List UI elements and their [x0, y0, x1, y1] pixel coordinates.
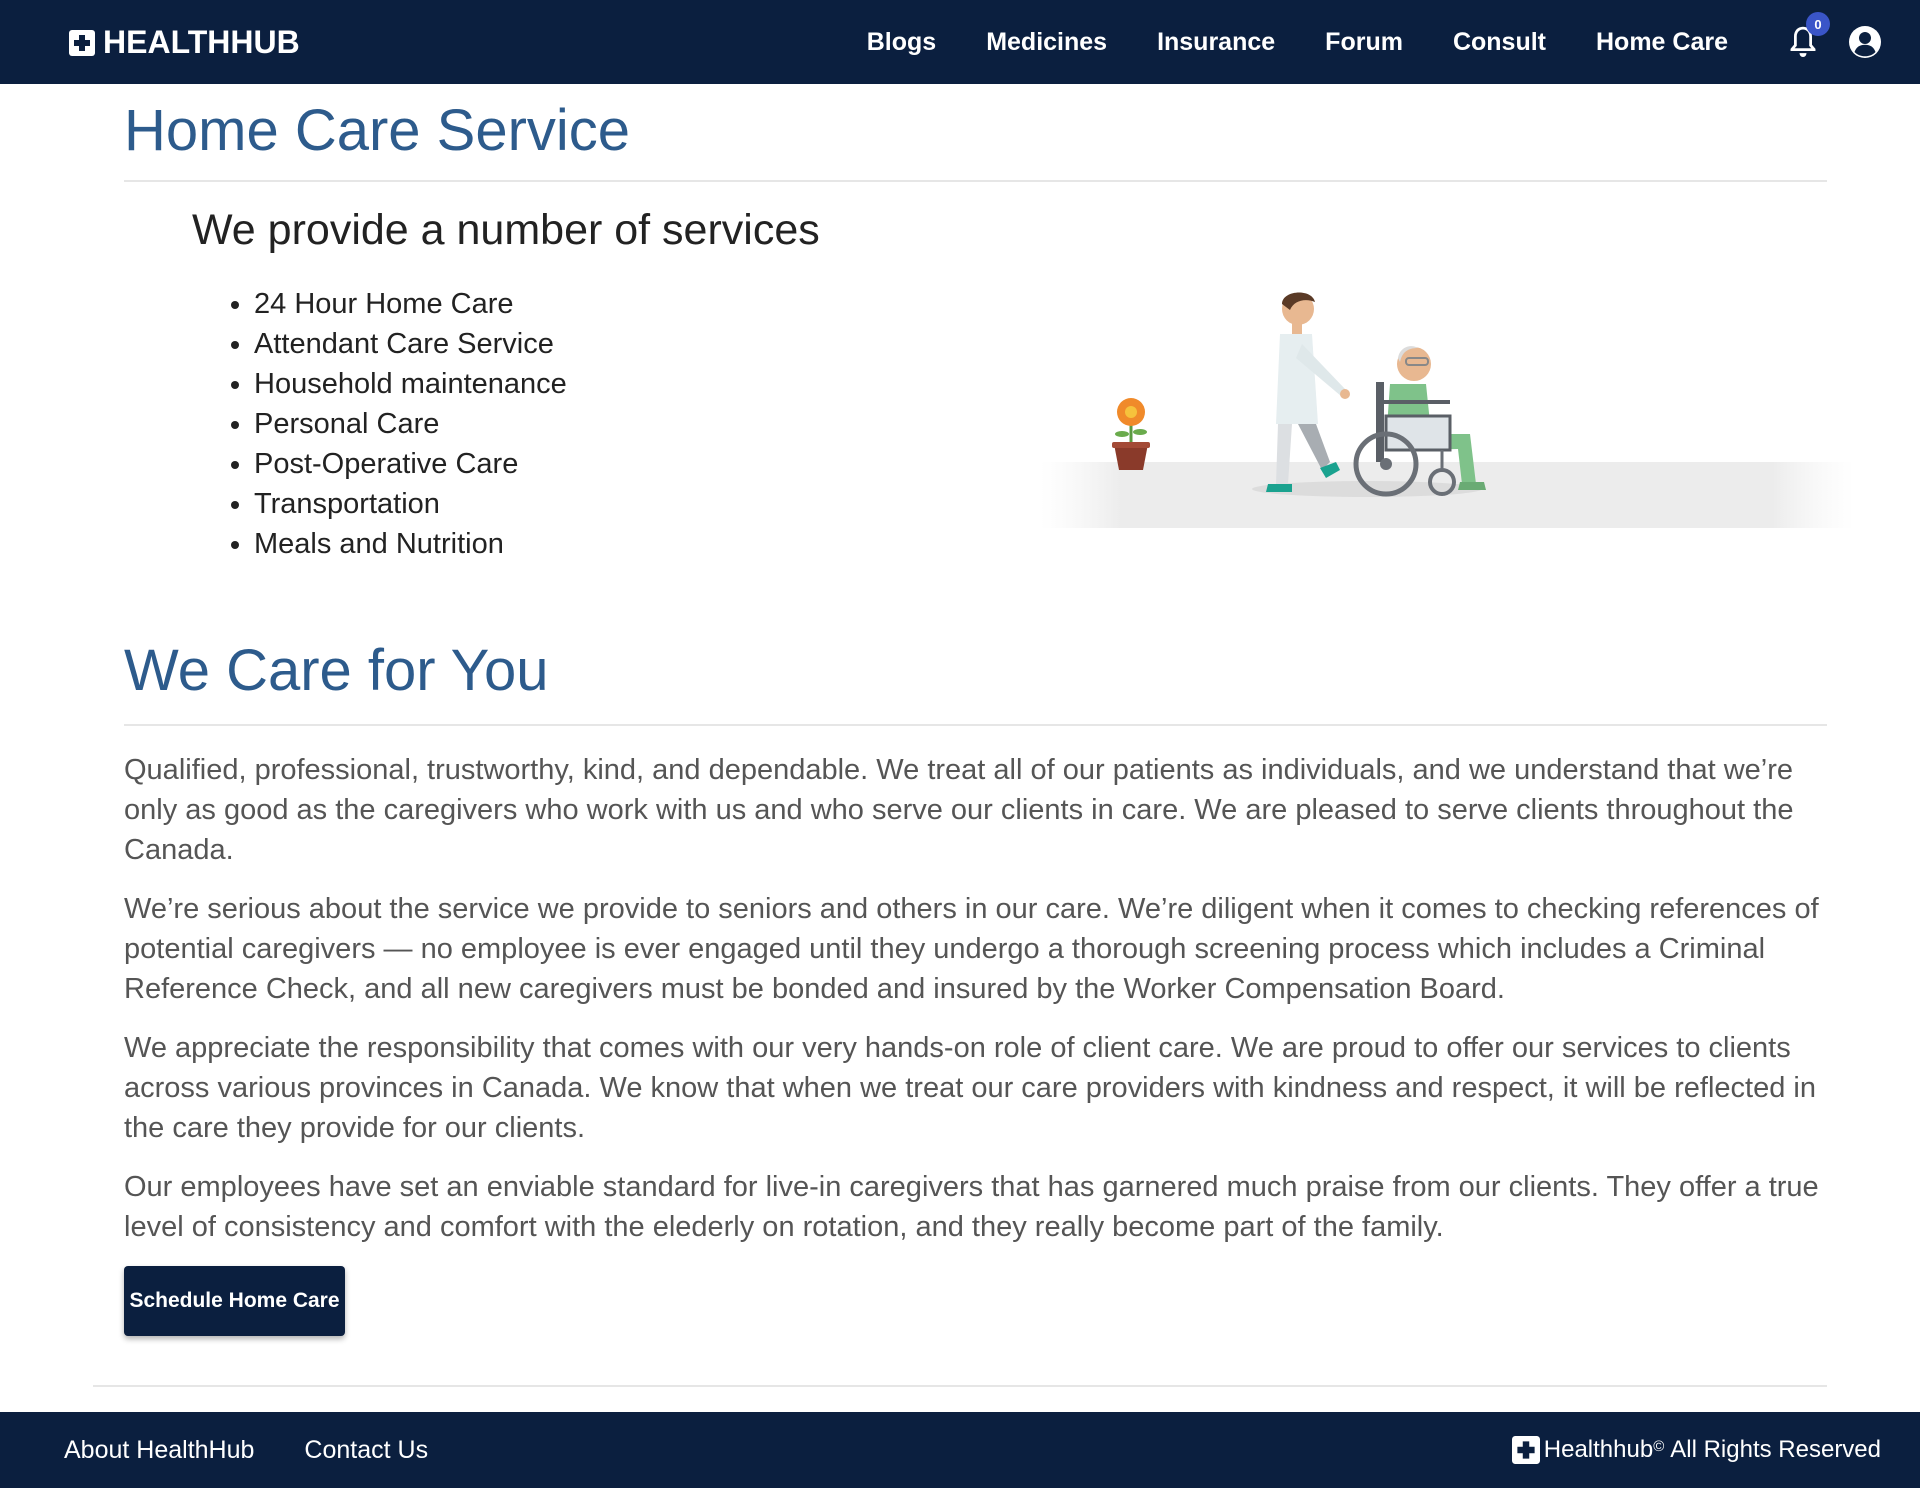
nav-forum[interactable]: Forum: [1325, 28, 1403, 57]
page-title: Home Care Service: [124, 98, 631, 163]
care-paragraph: We’re serious about the service we provi…: [124, 893, 1819, 1005]
caregiver-wheelchair-illustration: [1040, 292, 1854, 528]
main-nav: Blogs Medicines Insurance Forum Consult …: [817, 0, 1728, 84]
care-paragraph: Qualified, professional, trustworthy, ki…: [124, 754, 1794, 866]
copyright-mark: ©: [1653, 1437, 1665, 1455]
nav-blogs[interactable]: Blogs: [867, 28, 936, 57]
nav-home-care[interactable]: Home Care: [1596, 28, 1728, 57]
medical-cross-icon: [1511, 1436, 1540, 1464]
top-navbar: HEALTHHUB Blogs Medicines Insurance Foru…: [0, 0, 1920, 84]
care-section-title: We Care for You: [124, 638, 549, 703]
nav-medicines[interactable]: Medicines: [986, 28, 1107, 57]
footer-links: About HealthHub Contact Us: [64, 1412, 478, 1488]
services-heading: We provide a number of services: [192, 206, 820, 254]
care-paragraph: Our employees have set an enviable stand…: [124, 1171, 1819, 1243]
nav-insurance[interactable]: Insurance: [1157, 28, 1275, 57]
service-item: Meals and Nutrition: [254, 524, 567, 564]
flower-pot-icon: [1112, 398, 1150, 470]
brand-logo[interactable]: HEALTHHUB: [69, 24, 300, 61]
nav-icons: 0: [1786, 12, 1882, 60]
care-paragraph: We appreciate the responsibility that co…: [124, 1032, 1816, 1144]
footer: About HealthHub Contact Us Healthhub © A…: [0, 1412, 1920, 1488]
footer-about-link[interactable]: About HealthHub: [64, 1436, 254, 1465]
divider: [124, 180, 1827, 182]
schedule-home-care-button[interactable]: Schedule Home Care: [124, 1266, 345, 1336]
services-list: 24 Hour Home Care Attendant Care Service…: [254, 284, 567, 564]
brand-name: HEALTHHUB: [103, 24, 300, 60]
copyright: Healthhub © All Rights Reserved: [1511, 1412, 1881, 1488]
divider: [124, 724, 1827, 726]
medical-cross-icon: [69, 29, 95, 56]
notifications-button[interactable]: 0: [1786, 12, 1830, 60]
nav-consult[interactable]: Consult: [1453, 28, 1546, 57]
service-item: Attendant Care Service: [254, 324, 567, 364]
service-item: Personal Care: [254, 404, 567, 444]
service-item: 24 Hour Home Care: [254, 284, 567, 324]
footer-contact-link[interactable]: Contact Us: [304, 1436, 428, 1465]
service-item: Post-Operative Care: [254, 444, 567, 484]
service-item: Transportation: [254, 484, 567, 524]
notification-count-badge: 0: [1806, 12, 1830, 36]
user-account-icon[interactable]: [1848, 25, 1882, 59]
footer-brand: Healthhub: [1543, 1436, 1654, 1463]
footer-divider: [93, 1385, 1827, 1387]
service-item: Household maintenance: [254, 364, 567, 404]
rights-text: All Rights Reserved: [1670, 1436, 1881, 1463]
